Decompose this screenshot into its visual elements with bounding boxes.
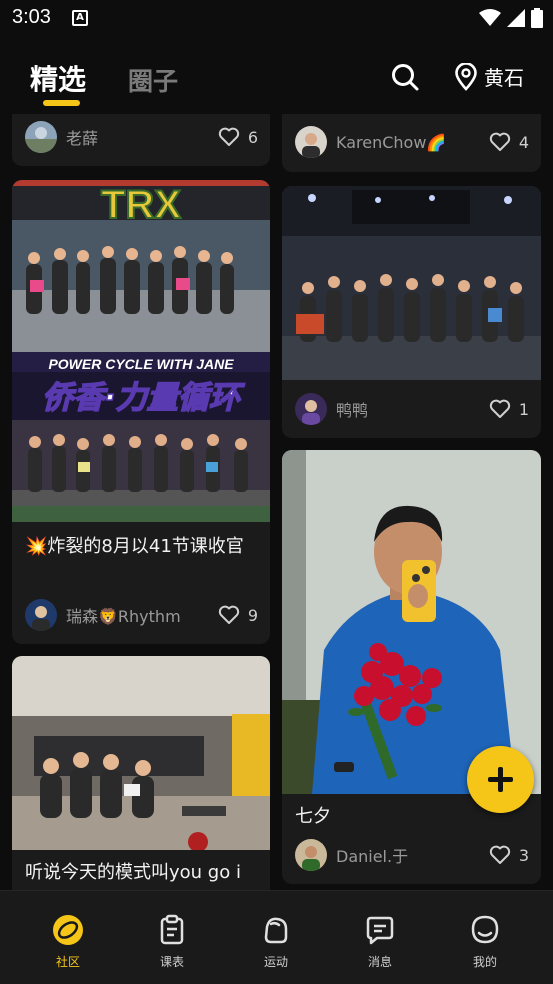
avatar[interactable] — [295, 126, 327, 158]
profile-icon — [471, 915, 499, 944]
message-icon — [366, 916, 394, 945]
post-card[interactable]: 鸭鸭 1 — [282, 186, 541, 438]
like-button[interactable]: 9 — [218, 605, 258, 625]
post-image[interactable] — [12, 656, 270, 850]
post-card[interactable]: TRX POWER CYCLE WITH JANE 侨香·力量循环 💥炸裂的8月… — [12, 180, 270, 644]
post-meta: Daniel.于 3 — [295, 838, 529, 872]
heart-icon — [218, 605, 239, 624]
workout-icon — [264, 917, 288, 944]
like-count: 9 — [247, 605, 258, 625]
wifi-icon — [479, 9, 501, 26]
heart-icon — [489, 845, 510, 864]
bottom-navigation: 社区 课表 运动 消息 我的 — [0, 890, 553, 984]
post-meta: 老薛 6 — [25, 120, 258, 154]
heart-icon — [489, 399, 510, 418]
post-card[interactable]: 听说今天的模式叫you go i — [12, 656, 270, 890]
status-bar: 3:03 A — [0, 0, 553, 38]
post-title: 听说今天的模式叫you go i — [25, 862, 241, 883]
community-icon — [53, 915, 83, 945]
status-time: 3:03 — [12, 6, 51, 28]
system-icons — [479, 8, 543, 28]
post-card[interactable]: 老薛 6 — [12, 114, 270, 166]
plus-icon — [488, 767, 513, 792]
post-author: 鸭鸭 — [336, 401, 369, 420]
post-title: 💥炸裂的8月以41节课收官 — [25, 536, 244, 557]
battery-icon — [531, 8, 543, 28]
heart-icon — [218, 127, 239, 146]
post-meta: KarenChow🌈 4 — [295, 125, 529, 159]
nav-label: 运动 — [263, 955, 288, 969]
post-author: 瑞森🦁Rhythm — [66, 607, 181, 626]
like-button[interactable]: 1 — [489, 399, 529, 419]
nav-label: 消息 — [367, 955, 392, 969]
like-button[interactable]: 6 — [218, 127, 258, 147]
avatar[interactable] — [25, 121, 57, 153]
search-icon[interactable] — [390, 62, 420, 92]
nav-messages[interactable]: 消息 — [350, 913, 410, 970]
like-button[interactable]: 4 — [489, 132, 529, 152]
post-author: 老薛 — [66, 129, 99, 148]
notification-icon: A — [72, 10, 88, 26]
like-count: 4 — [518, 132, 529, 152]
post-card[interactable]: 七夕 Daniel.于 3 — [282, 450, 541, 884]
image-text-trx: TRX — [101, 183, 181, 227]
nav-workout[interactable]: 运动 — [246, 913, 306, 970]
top-header: 精选 圈子 黄石 — [0, 38, 553, 114]
location-selector[interactable]: 黄石 — [454, 62, 524, 91]
post-card[interactable]: KarenChow🌈 4 — [282, 114, 541, 172]
avatar[interactable] — [295, 839, 327, 871]
nav-community[interactable]: 社区 — [38, 913, 98, 970]
like-count: 1 — [518, 399, 529, 419]
like-button[interactable]: 3 — [489, 845, 529, 865]
post-image[interactable] — [282, 186, 541, 380]
like-count: 3 — [518, 845, 529, 865]
like-count: 6 — [247, 127, 258, 147]
post-author: KarenChow🌈 — [336, 132, 447, 152]
tab-featured[interactable]: 精选 — [30, 58, 86, 98]
location-label: 黄石 — [484, 66, 524, 90]
nav-label: 我的 — [472, 955, 497, 969]
schedule-icon — [160, 914, 184, 945]
post-image[interactable] — [282, 450, 541, 794]
post-image[interactable]: TRX POWER CYCLE WITH JANE 侨香·力量循环 — [12, 180, 270, 522]
post-meta: 瑞森🦁Rhythm 9 — [25, 598, 258, 632]
location-pin-icon — [455, 62, 477, 91]
post-meta: 鸭鸭 1 — [295, 392, 529, 426]
post-author: Daniel.于 — [336, 847, 409, 866]
nav-label: 课表 — [159, 955, 184, 969]
nav-profile[interactable]: 我的 — [455, 913, 515, 970]
tab-active-indicator — [43, 100, 80, 106]
heart-icon — [489, 132, 510, 151]
nav-label: 社区 — [55, 955, 80, 969]
post-title: 七夕 — [295, 806, 331, 827]
tab-circles[interactable]: 圈子 — [128, 62, 178, 98]
nav-schedule[interactable]: 课表 — [142, 913, 202, 970]
signal-icon — [507, 9, 525, 27]
avatar[interactable] — [295, 393, 327, 425]
avatar[interactable] — [25, 599, 57, 631]
image-text-power-cycle: POWER CYCLE WITH JANE — [48, 356, 234, 372]
create-post-button[interactable] — [467, 746, 534, 813]
image-text-circuit: 侨香·力量循环 — [42, 380, 245, 416]
